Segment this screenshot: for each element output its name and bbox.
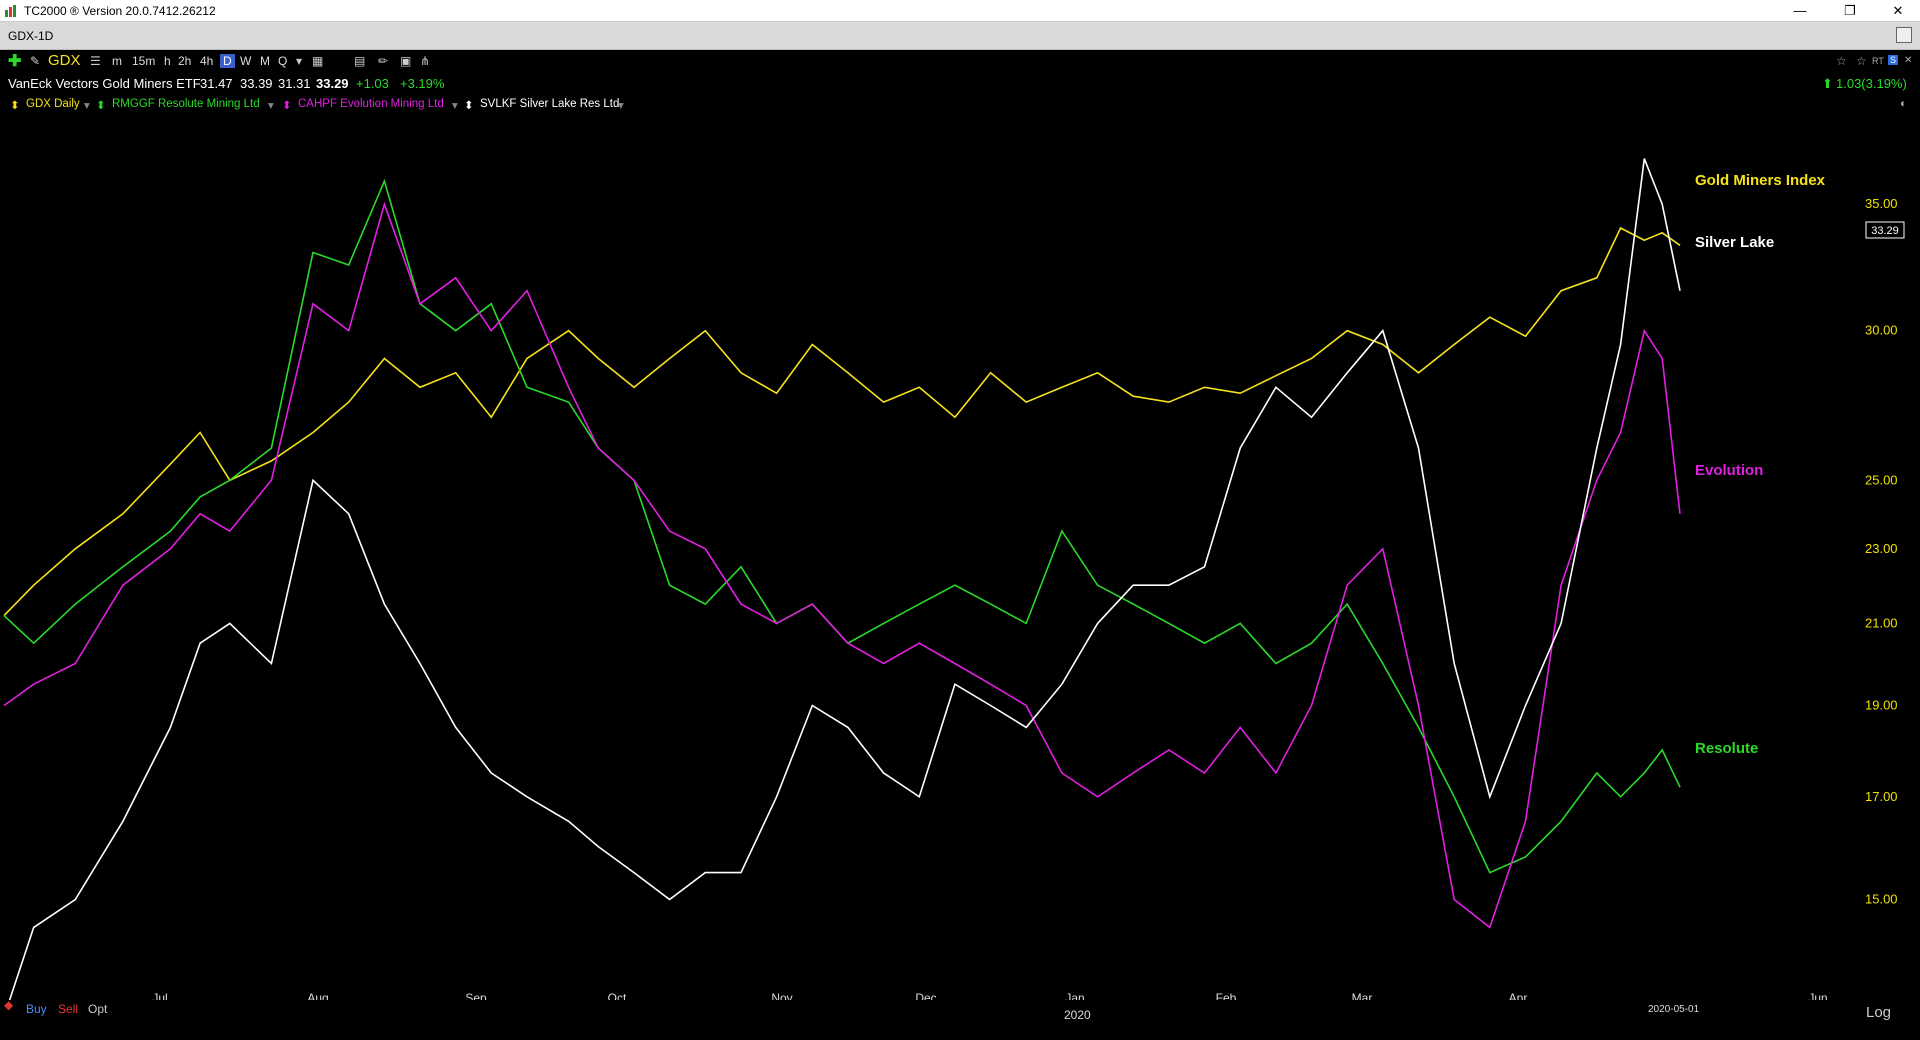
annotation-gold-miners: Gold Miners Index [1695,172,1826,189]
series-line-0[interactable] [3,226,1681,617]
x-tick-label: Jan [1065,991,1084,1000]
sell-button[interactable]: Sell [58,1002,78,1016]
s-badge[interactable]: S [1888,55,1899,65]
x-tick-label: Aug [307,991,328,1000]
y-tick-label: 15.00 [1865,892,1898,907]
star-icon[interactable]: ☆ [1836,54,1847,68]
timeframe-d[interactable]: D [220,54,235,68]
y-tick-label: 25.00 [1865,472,1898,487]
chart-settings-icon[interactable]: ◐ [1900,98,1907,110]
bottom-bar: ◆ Buy Sell Opt 2020 2020-05-01 Log [0,998,1920,1040]
chart-type-icon[interactable]: ▦ [312,54,323,68]
symbol-field[interactable]: GDX [48,52,81,69]
legend-rmggf[interactable]: RMGGF Resolute Mining Ltd [112,98,260,110]
annotation-silver-lake: Silver Lake [1695,234,1774,251]
last-price-label: 33.29 [1871,225,1899,237]
x-tick-label: Sep [465,991,487,1000]
chart-window-title: GDX-1D [8,29,54,43]
y-tick-label: 35.00 [1865,196,1898,211]
chart-window-header: GDX-1D [0,22,1920,50]
x-tick-label: Dec [915,991,936,1000]
x-tick-label: Feb [1216,991,1237,1000]
legend-svlkf[interactable]: SVLKF Silver Lake Res Ltd [480,98,619,110]
legend-cahpf-dropdown-icon[interactable]: ▾ [452,98,458,112]
layers-icon[interactable]: ▣ [400,54,411,68]
chart-toolbar: ✚ ✎ GDX ☰ m 15m h 2h 4h D W M Q ▾ ▦ ▤ ✏ … [0,50,1920,72]
grid-icon[interactable]: ▤ [354,54,365,68]
legend-cahpf-handle-icon[interactable]: ⬍ [282,98,292,112]
legend-svlkf-dropdown-icon[interactable]: ▾ [618,98,624,112]
price-chart[interactable]: 35.00 30.00 25.00 23.00 21.00 19.00 17.00 15.00… [0,116,1920,1000]
trade-icon[interactable]: ◆ [4,998,13,1012]
timeframe-h[interactable]: h [164,54,171,68]
x-tick-label: Jul [152,991,167,1000]
timeframe-4h[interactable]: 4h [200,54,213,68]
timeframe-15m[interactable]: 15m [132,54,155,68]
series-line-3[interactable] [4,158,1681,1000]
close-chart-icon[interactable]: ✕ [1904,55,1912,66]
legend-svlkf-handle-icon[interactable]: ⬍ [464,98,474,112]
restore-window-icon[interactable] [1896,27,1912,43]
pct-change-value: +3.19% [400,76,445,91]
pin-icon[interactable]: ✎ [30,54,40,68]
open-value: 31.47 [200,76,233,91]
legend-cahpf[interactable]: CAHPF Evolution Mining Ltd [298,98,444,110]
minimize-button[interactable]: — [1780,0,1820,22]
annotation-evolution: Evolution [1695,462,1763,479]
timeframe-2h[interactable]: 2h [178,54,191,68]
timeframe-w[interactable]: W [240,54,251,68]
series-line-1[interactable] [3,178,1681,874]
annotation-resolute: Resolute [1695,740,1758,757]
price-info-bar: VanEck Vectors Gold Miners ETF 31.47 33.… [0,72,1920,94]
legend-gdx[interactable]: GDX Daily [26,98,80,110]
x-tick-label: Oct [608,991,627,1000]
series-line-2[interactable] [3,201,1681,929]
legend-rmggf-handle-icon[interactable]: ⬍ [96,98,106,112]
up-arrow-icon: ⬆ [1822,76,1833,91]
y-tick-label: 30.00 [1865,323,1898,338]
rt-badge[interactable]: RT [1872,56,1884,66]
current-date-label: 2020-05-01 [1648,1004,1700,1015]
y-tick-label: 23.00 [1865,541,1898,556]
change-value: +1.03 [356,76,389,91]
y-tick-label: 19.00 [1865,698,1898,713]
tag-icon[interactable]: ☆ [1856,54,1867,68]
legend-rmggf-dropdown-icon[interactable]: ▾ [268,98,274,112]
opt-button[interactable]: Opt [88,1002,107,1016]
x-tick-label: Jun [1808,991,1827,1000]
close-button[interactable]: ✕ [1878,0,1918,22]
add-icon[interactable]: ✚ [8,51,21,71]
last-value: 33.29 [316,76,349,91]
buy-button[interactable]: Buy [26,1002,47,1016]
x-tick-label: Nov [771,991,792,1000]
dropdown-icon[interactable]: ▾ [296,54,302,68]
window-title: TC2000 ® Version 20.0.7412.26212 [24,4,216,18]
series-legend: ⬍ GDX Daily ▾ ⬍ RMGGF Resolute Mining Lt… [0,96,1920,116]
y-tick-label: 21.00 [1865,615,1898,630]
share-icon[interactable]: ⋔ [420,54,430,68]
low-value: 31.31 [278,76,311,91]
high-value: 33.39 [240,76,273,91]
list-icon[interactable]: ☰ [90,54,101,68]
title-bar: TC2000 ® Version 20.0.7412.26212 — ❐ ✕ [0,0,1920,22]
draw-icon[interactable]: ✏ [378,54,388,68]
right-change-value: 1.03(3.19%) [1836,76,1907,91]
y-tick-label: 17.00 [1865,789,1898,804]
maximize-button[interactable]: ❐ [1830,0,1870,22]
year-label: 2020 [1064,1008,1091,1022]
x-tick-label: Apr [1509,991,1528,1000]
timeframe-mo[interactable]: M [260,54,270,68]
legend-gdx-dropdown-icon[interactable]: ▾ [84,98,90,112]
x-tick-label: Mar [1352,991,1373,1000]
timeframe-q[interactable]: Q [278,54,287,68]
tc2000-app-icon [5,5,16,17]
legend-gdx-handle-icon[interactable]: ⬍ [10,98,20,112]
security-name: VanEck Vectors Gold Miners ETF [8,76,201,91]
log-toggle[interactable]: Log [1866,1004,1891,1021]
timeframe-m[interactable]: m [112,54,122,68]
